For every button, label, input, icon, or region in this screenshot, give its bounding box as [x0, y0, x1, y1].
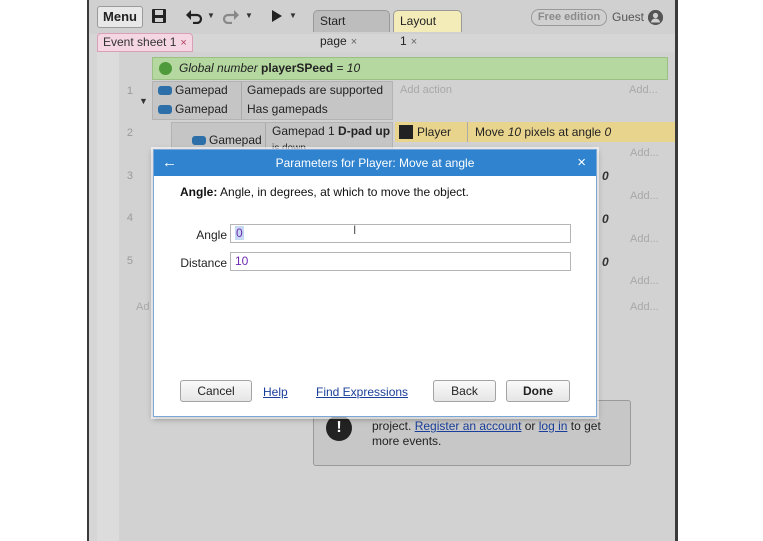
add-link[interactable]: Add... — [630, 147, 659, 159]
action-distance: 10 — [507, 125, 522, 139]
gamepad-icon — [158, 86, 172, 95]
angle-field[interactable]: 0 — [230, 224, 571, 243]
global-variable-row[interactable]: Global number playerSPeed = 10 — [152, 57, 668, 80]
parameter-description: Angle: Angle, in degrees, at which to mo… — [180, 185, 469, 199]
divider — [241, 82, 242, 119]
action-text: Move 10 pixels at angle 0 — [475, 122, 611, 142]
divider — [467, 122, 468, 142]
action-object: Player — [417, 125, 452, 139]
gamepad-icon — [158, 105, 172, 114]
register-account-link[interactable]: Register an account — [415, 419, 522, 433]
back-button[interactable]: Back — [433, 380, 496, 402]
global-var-name: playerSPeed — [261, 61, 334, 75]
redo-dropdown-icon[interactable]: ▼ — [245, 11, 253, 20]
dialog-title-bar: ← Parameters for Player: Move at angle × — [154, 150, 596, 176]
divider — [265, 123, 266, 151]
globe-icon — [159, 62, 172, 75]
add-link[interactable]: Add... — [629, 84, 658, 96]
angle-value: 0 — [602, 212, 609, 226]
parameters-dialog: ← Parameters for Player: Move at angle ×… — [153, 149, 597, 417]
condition-object[interactable]: Gamepad — [155, 81, 228, 100]
menu-button[interactable]: Menu — [97, 6, 143, 28]
back-arrow-icon[interactable]: ← — [162, 150, 177, 176]
parameter-help-text: Angle, in degrees, at which to move the … — [217, 185, 469, 199]
free-edition-badge[interactable]: Free edition — [531, 9, 607, 26]
close-icon[interactable]: × — [411, 36, 417, 48]
info-text-before: project. — [372, 419, 415, 433]
distance-field[interactable]: 10 — [230, 252, 571, 271]
user-label[interactable]: Guest — [612, 10, 644, 24]
condition-bold: D-pad up — [338, 124, 391, 138]
distance-label: Distance — [180, 256, 227, 270]
undo-icon[interactable] — [185, 8, 203, 29]
action-middle: pixels at angle — [521, 125, 605, 139]
global-var-prefix: Global number — [179, 61, 262, 75]
parameter-name: Angle: — [180, 185, 218, 199]
row-number: 4 — [126, 212, 133, 224]
action-row[interactable]: Player Move 10 pixels at angle 0 — [395, 122, 676, 142]
row-number: 1 — [126, 85, 133, 97]
row-number: 2 — [126, 127, 133, 139]
tab-event-sheet-1[interactable]: Event sheet 1 × — [97, 33, 193, 52]
play-icon[interactable] — [270, 8, 284, 29]
global-var-value: = 10 — [333, 61, 361, 75]
tab-label: Layout 1 — [400, 14, 437, 48]
tab-layout-1[interactable]: Layout 1 × — [393, 10, 462, 48]
condition-text[interactable]: Has gamepads — [247, 100, 328, 119]
info-text: project. Register an account or log in t… — [372, 419, 622, 449]
row-number: 5 — [126, 255, 133, 267]
row-number: 3 — [126, 170, 133, 182]
action-angle: 0 — [604, 125, 612, 139]
redo-icon[interactable] — [222, 8, 240, 29]
done-button[interactable]: Done — [506, 380, 570, 402]
distance-value: 10 — [235, 254, 249, 268]
info-icon: ! — [326, 415, 352, 441]
condition-object-label: Gamepad — [175, 102, 228, 116]
angle-value: 0 — [602, 255, 609, 269]
find-expressions-link[interactable]: Find Expressions — [316, 385, 408, 399]
user-avatar-icon[interactable] — [648, 10, 663, 25]
window-right-edge — [675, 0, 678, 541]
condition-object[interactable]: Gamepad — [189, 131, 262, 150]
add-link[interactable]: Add... — [630, 301, 659, 313]
condition-object[interactable]: Gamepad — [155, 100, 228, 119]
player-sprite-icon — [399, 125, 413, 139]
cancel-button[interactable]: Cancel — [180, 380, 252, 402]
angle-value: 0 — [235, 226, 244, 240]
condition-object-label: Gamepad — [175, 83, 228, 97]
collapse-arrow-icon[interactable]: ▼ — [139, 96, 148, 106]
add-link[interactable]: Add... — [630, 233, 659, 245]
play-dropdown-icon[interactable]: ▼ — [289, 11, 297, 20]
add-action-link[interactable]: Add action — [400, 84, 452, 96]
help-link[interactable]: Help — [263, 385, 288, 399]
condition-prefix: Gamepad 1 — [272, 124, 339, 138]
add-event-link[interactable]: Ad — [136, 301, 149, 313]
condition-text[interactable]: Gamepad 1 D-pad upis down — [272, 123, 391, 154]
dialog-title: Parameters for Player: Move at angle — [275, 156, 475, 170]
close-icon[interactable]: × — [577, 150, 586, 176]
condition-text[interactable]: Gamepads are supported — [247, 81, 383, 100]
close-icon[interactable]: × — [351, 36, 357, 48]
text-cursor-icon: Ι — [353, 223, 357, 237]
tab-start-page[interactable]: Start page × — [313, 10, 390, 48]
action-prefix: Move — [475, 125, 508, 139]
info-text-mid: or — [521, 419, 539, 433]
angle-label: Angle — [196, 228, 227, 242]
main-toolbar: Menu ▼ ▼ ▼ Start page × Layout 1 × Free ed… — [89, 0, 677, 48]
log-in-link[interactable]: log in — [539, 419, 568, 433]
save-icon[interactable] — [151, 8, 167, 29]
condition-object-label: Gamepad — [209, 133, 262, 147]
gamepad-icon — [192, 136, 206, 145]
undo-dropdown-icon[interactable]: ▼ — [207, 11, 215, 20]
add-link[interactable]: Add... — [630, 275, 659, 287]
angle-value: 0 — [602, 169, 609, 183]
tab-label: Start page — [320, 14, 347, 48]
tab-label: Event sheet 1 — [103, 35, 177, 49]
add-link[interactable]: Add... — [630, 190, 659, 202]
close-icon[interactable]: × — [180, 37, 186, 49]
